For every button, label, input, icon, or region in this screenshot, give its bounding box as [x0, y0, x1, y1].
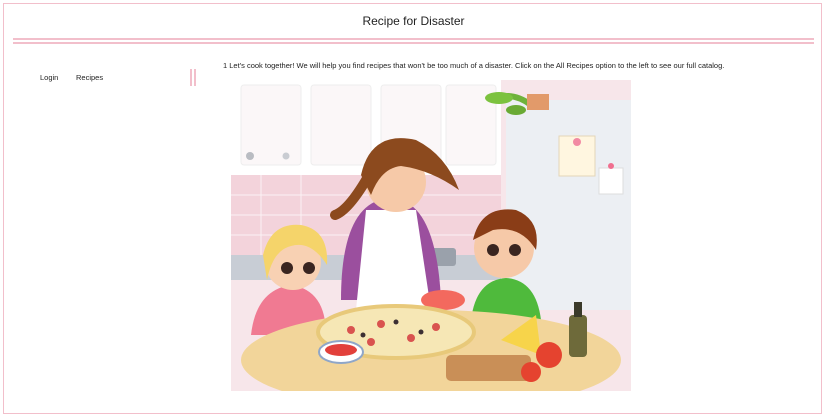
- header-divider-bottom: [13, 42, 814, 44]
- family-cooking-illustration: [231, 80, 631, 391]
- nav-login-link[interactable]: Login: [40, 73, 58, 82]
- hero-illustration: [231, 80, 631, 391]
- sidebar-divider-left: [190, 69, 192, 86]
- nav-recipes-link[interactable]: Recipes: [76, 73, 103, 82]
- page-title: Recipe for Disaster: [362, 14, 465, 28]
- header-divider-top: [13, 38, 814, 40]
- sidebar-divider-right: [194, 69, 196, 86]
- intro-text: 1 Let's cook together! We will help you …: [223, 61, 725, 70]
